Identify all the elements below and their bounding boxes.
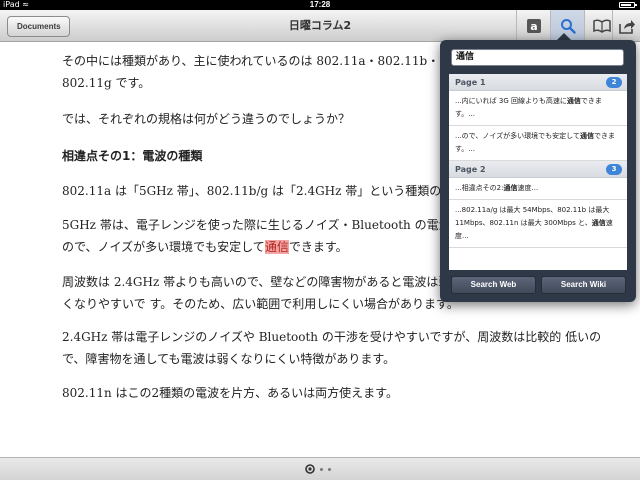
search-results-list[interactable]: Page 1 2 ...内にいれば 3G 回線よりも高速に通信できます。... … [449,74,627,270]
search-result-item[interactable]: ...相違点その2:通信速度... [449,178,627,200]
result-text: 速度... [517,184,539,192]
section-heading: 相違点その1：電波の種類 [62,149,203,163]
search-icon [560,19,576,34]
page-indicator[interactable] [305,464,331,474]
section-title: Page 2 [455,165,486,174]
font-icon: a [526,19,541,33]
page-dot [328,467,331,471]
search-highlight: 通信 [264,240,289,254]
bottom-toolbar [0,457,640,480]
document-title: 日曜コラム2 [288,19,352,32]
nav-bar: Documents 日曜コラム2 a [0,10,640,42]
paragraph: では、それぞれの規格は何がどう違うのでしょうか？ [62,112,351,126]
result-text: ...802.11a/g は最大 54Mbps、802.11b は最大 11Mb… [455,206,610,227]
results-section-header: Page 1 2 [449,74,627,91]
result-count-badge: 2 [606,77,622,88]
battery-fill [621,4,631,6]
share-button[interactable] [612,10,640,42]
paragraph-line: 5GHz 帯は、電子レンジを使った際に生じるノイズ・Bluetooth の電波 [62,218,451,232]
paragraph: 5GHz 帯は、電子レンジを使った際に生じるノイズ・Bluetooth の電波 … [62,214,462,258]
svg-text:a: a [530,20,537,33]
paragraph: 802.11a は「5GHz 帯」、802.11b/g は「2.4GHz 帯」と… [62,184,462,198]
page-dot [320,467,323,471]
paragraph-line: できます。 [288,240,348,254]
search-popover: 通信 Page 1 2 ...内にいれば 3G 回線よりも高速に通信できます。.… [440,40,636,302]
section-title: Page 1 [455,78,486,87]
paragraph: 2.4GHz 帯は電子レンジのノイズや Bluetooth の干渉を受けやすいで… [62,330,602,366]
search-web-button[interactable]: Search Web [451,276,536,294]
result-count-badge: 3 [606,164,622,175]
result-text: ...相違点その2: [455,184,504,192]
result-match: 通信 [503,184,518,192]
paragraph: 802.11n はこの2種類の電波を片方、あるいは両方使えます。 [62,386,398,400]
search-input[interactable]: 通信 [451,49,624,66]
status-time: 17:28 [309,0,331,9]
paragraph: その中には種類があり、主に使われているのは 802.11a・802.11b・80… [62,54,440,90]
result-text: ...ので、ノイズが多い環境でも安定して [455,132,580,140]
status-bar: iPad ≈ 17:28 [0,0,640,10]
paragraph-line: ので、ノイズが多い環境でも安定して [62,240,265,254]
paragraph: 周波数は 2.4GHz 帯よりも高いので、壁などの障害物があると電波は弱くなりや… [62,275,459,311]
font-button[interactable]: a [516,10,550,42]
search-result-item[interactable]: ...ので、ノイズが多い環境でも安定して通信できます。... [449,126,627,161]
search-result-item[interactable]: ...802.11a/g は最大 54Mbps、802.11b は最大 11Mb… [449,200,627,248]
current-page-icon [305,464,315,474]
battery-icon [619,2,637,8]
result-match: 通信 [579,132,594,140]
result-text: ...内にいれば 3G 回線よりも高速に [455,97,567,105]
book-icon [592,19,611,33]
results-section-header: Page 2 3 [449,161,627,178]
result-match: 通信 [566,97,581,105]
search-result-item[interactable]: ...内にいれば 3G 回線よりも高速に通信できます。... [449,91,627,126]
search-wiki-button[interactable]: Search Wiki [541,276,626,294]
share-icon [618,19,635,34]
result-match: 通信 [591,219,606,227]
documents-back-button[interactable]: Documents [7,16,70,37]
